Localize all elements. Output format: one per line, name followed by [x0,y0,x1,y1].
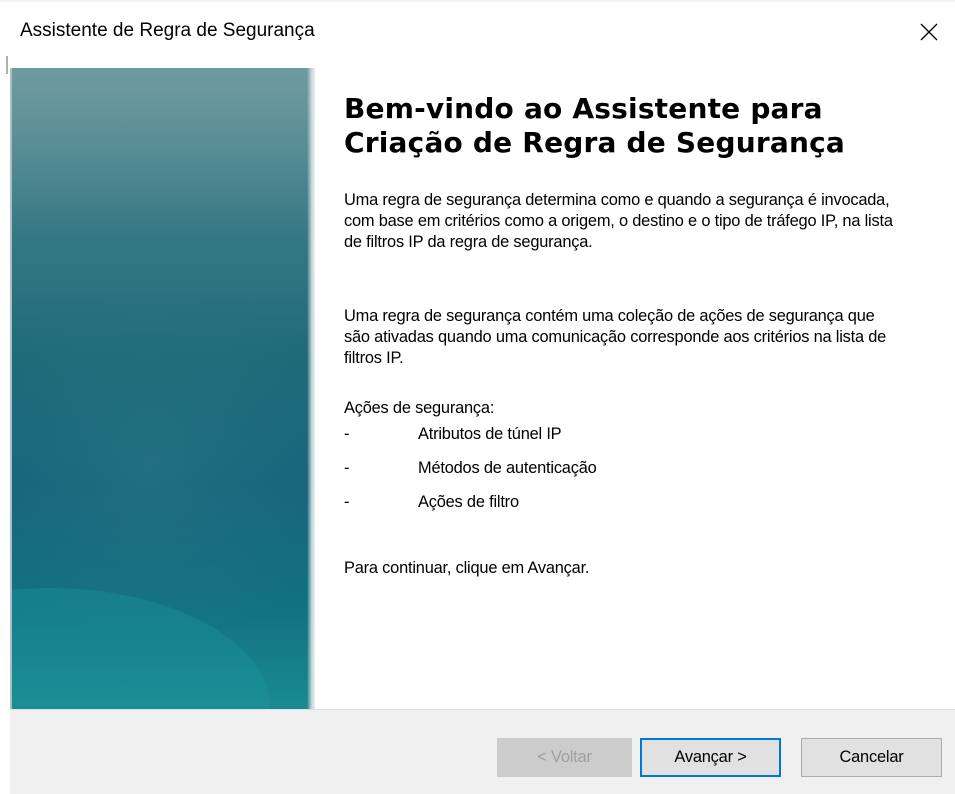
list-item-label: Ações de filtro [418,493,519,511]
description-paragraph-1: Uma regra de segurança determina como e … [344,191,893,251]
wizard-content: Bem-vindo ao Assistente para Criação de … [344,92,919,577]
description-paragraph-2: Uma regra de segurança contém uma coleçã… [344,307,887,367]
wizard-heading: Bem-vindo ao Assistente para Criação de … [344,92,919,160]
heading-line-1: Bem-vindo ao Assistente para [344,92,823,125]
window-title: Assistente de Regra de Segurança [20,20,315,41]
security-actions-list: - Atributos de túnel IP - Métodos de aut… [344,424,844,526]
close-icon [920,23,938,41]
cancel-button[interactable]: Cancelar [801,738,942,777]
list-bullet: - [344,425,350,443]
close-button[interactable] [903,10,955,54]
back-button[interactable]: < Voltar [497,738,632,777]
window-top-edge [0,0,955,2]
list-item-label: Atributos de túnel IP [418,425,562,443]
list-item: - Ações de filtro [344,492,844,526]
list-item: - Métodos de autenticação [344,458,844,492]
banner-right-shadow [307,68,315,710]
window-edge-mark [6,56,8,74]
list-item: - Atributos de túnel IP [344,424,844,458]
wizard-banner-image [10,68,315,710]
continue-instruction: Para continuar, clique em Avançar. [344,559,590,577]
wizard-dialog: Assistente de Regra de Segurança Bem-vin… [0,0,955,794]
next-button[interactable]: Avançar > [640,738,781,777]
list-bullet: - [344,493,350,511]
list-item-label: Métodos de autenticação [418,459,597,477]
security-actions-title: Ações de segurança: [344,399,495,417]
list-bullet: - [344,459,350,477]
banner-left-border [10,68,12,710]
heading-line-2: Criação de Regra de Segurança [344,126,845,159]
banner-decoration [10,68,315,710]
